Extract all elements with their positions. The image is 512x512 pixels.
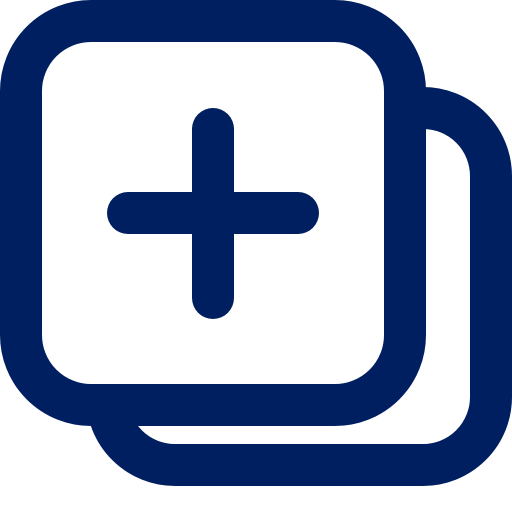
- add-copy-icon: [0, 0, 512, 486]
- icon-canvas: [0, 0, 512, 512]
